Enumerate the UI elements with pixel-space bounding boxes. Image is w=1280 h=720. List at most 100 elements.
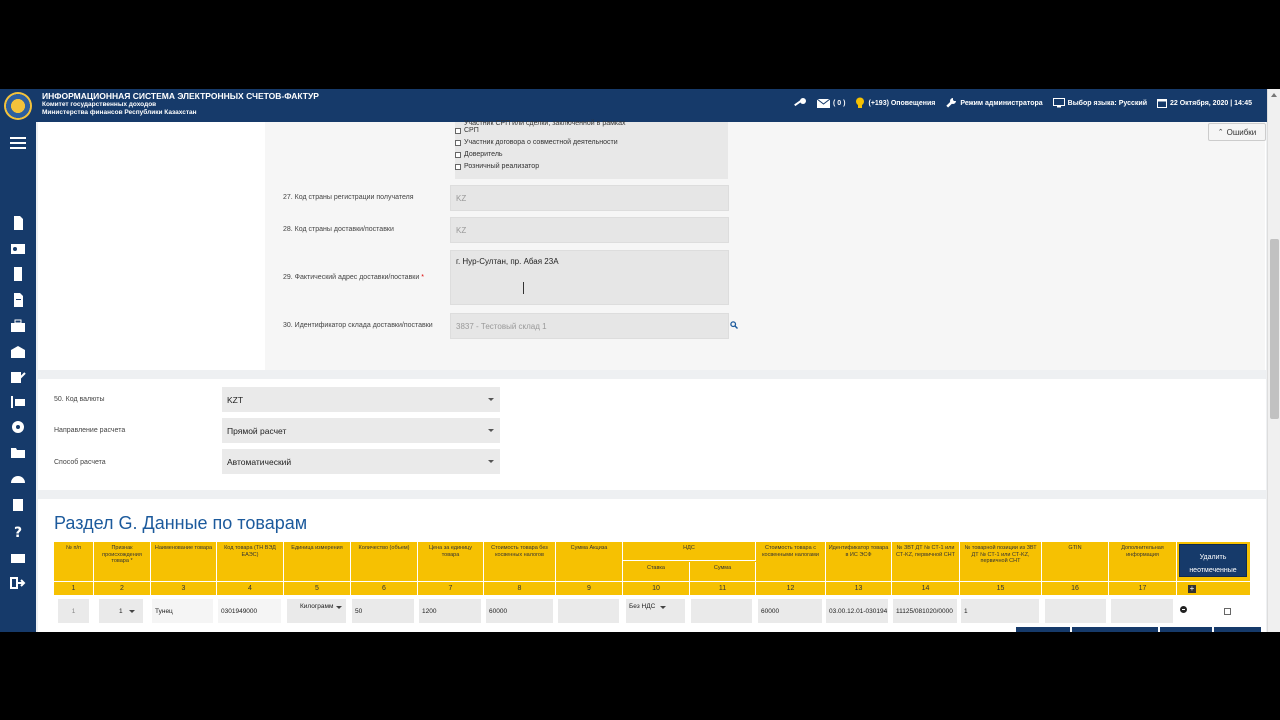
vertical-scrollbar[interactable] [1267, 89, 1280, 632]
edit-icon[interactable] [10, 370, 26, 384]
app-title: ИНФОРМАЦИОННАЯ СИСТЕМА ЭЛЕКТРОННЫХ СЧЕТО… [42, 92, 319, 117]
col-header: Единица измерения [284, 542, 351, 581]
monitor-icon [1052, 98, 1065, 108]
row-checkbox[interactable] [1224, 608, 1231, 615]
product-id-input[interactable]: 03.00.12.01-030194 [826, 599, 888, 623]
bottom-action-button[interactable] [1214, 627, 1261, 632]
cost-with-tax-input[interactable]: 60000 [758, 599, 822, 623]
language-label: Выбор языка: Русский [1067, 99, 1147, 107]
svg-text:?: ? [14, 525, 22, 538]
price-input[interactable]: 1200 [419, 599, 481, 623]
admin-mode-button[interactable]: Режим администратора [945, 97, 1043, 109]
briefcase-icon[interactable] [10, 319, 26, 333]
checkbox-item[interactable]: Розничный реализатор [455, 163, 539, 170]
bottom-action-button[interactable] [1016, 627, 1070, 632]
direction-value: Прямой расчет [227, 425, 287, 436]
col-header: Идентификатор товара в ИС ЭСФ [826, 542, 892, 581]
field-27-input[interactable]: KZ [450, 185, 729, 211]
bottom-action-button[interactable] [1160, 627, 1212, 632]
hamburger-menu-icon[interactable] [10, 136, 26, 150]
warehouse-icon[interactable] [10, 345, 26, 359]
checkbox-item[interactable]: Участник договора о совместной деятельно… [455, 139, 618, 146]
method-select[interactable]: Автоматический [222, 449, 500, 474]
field-30-label: 30. Идентификатор склада доставки/постав… [283, 322, 433, 329]
admin-mode-label: Режим администратора [960, 99, 1043, 107]
checkbox[interactable] [455, 127, 461, 134]
add-row-plus-icon[interactable]: + [1188, 585, 1196, 593]
search-icon[interactable] [730, 321, 738, 329]
product-name-input[interactable]: Тунец [152, 599, 213, 623]
key-button[interactable] [793, 97, 807, 109]
checkbox[interactable] [455, 139, 461, 146]
sign-out-icon[interactable] [10, 576, 26, 590]
document-number-input[interactable]: 11125/081020/0000 [893, 599, 957, 623]
truck-loading-icon[interactable] [10, 395, 26, 409]
document-icon[interactable] [10, 216, 26, 230]
vat-sum-input[interactable] [691, 599, 752, 623]
additional-info-input[interactable] [1111, 599, 1173, 623]
calendar-icon [1157, 99, 1167, 108]
bottom-action-button[interactable] [1072, 627, 1158, 632]
gtin-input[interactable] [1045, 599, 1106, 623]
help-icon[interactable]: ? [10, 524, 26, 538]
sidebar: ? [0, 122, 36, 632]
col-number: 10 [623, 582, 690, 595]
col-header: Код товара (ТН ВЭД ЕАЭС) [217, 542, 284, 581]
col-number: 2 [94, 582, 151, 595]
direction-select[interactable]: Прямой расчет [222, 418, 500, 443]
id-card-icon[interactable] [10, 242, 26, 256]
app-subtitle-2: Министерства финансов Республики Казахст… [42, 109, 197, 116]
quantity-input[interactable]: 50 [352, 599, 414, 623]
notifications-label: (+193) Оповещения [868, 99, 936, 107]
field-28-input[interactable]: KZ [450, 217, 729, 243]
method-label: Способ расчета [54, 459, 106, 466]
chevron-down-icon [488, 398, 494, 401]
language-button[interactable]: Выбор языка: Русский [1052, 98, 1147, 108]
checkbox[interactable] [455, 151, 461, 158]
chevron-down-icon [488, 460, 494, 463]
field-29-label: 29. Фактический адрес доставки/поставки … [283, 274, 424, 281]
cost-input[interactable]: 60000 [486, 599, 553, 623]
required-marker: * [421, 274, 424, 281]
delete-unmarked-button[interactable]: Удалить неотмеченные [1179, 544, 1247, 577]
col-header: Наименование товара [151, 542, 217, 581]
checkbox-label: Участник СРП или сделки, заключенной в р… [464, 120, 626, 127]
unit-select[interactable]: Килограмм [287, 599, 346, 623]
folder-open-icon[interactable] [10, 446, 26, 460]
checkbox-label: Розничный реализатор [464, 163, 540, 170]
vat-rate-select[interactable]: Без НДС [626, 599, 685, 623]
goods-table-header: № п/п Признак происхождения товара * Наи… [54, 542, 1250, 581]
col-number: 12 [756, 582, 826, 595]
currency-code-value: KZT [227, 394, 244, 405]
dashboard-icon[interactable] [10, 472, 26, 486]
checkbox-item[interactable]: Доверитель [455, 151, 503, 158]
origin-select[interactable]: 1 [99, 599, 143, 623]
currency-code-label: 50. Код валюты [54, 396, 105, 403]
excise-input[interactable] [558, 599, 619, 623]
building-icon[interactable] [10, 267, 26, 281]
row-num-cell: 1 [58, 599, 89, 623]
scrollbar-thumb[interactable] [1270, 239, 1279, 419]
errors-button[interactable]: ⌃ Ошибки [1208, 123, 1266, 141]
file-text-icon[interactable] [10, 293, 26, 307]
book-icon[interactable] [10, 498, 26, 512]
col-number: 1 [54, 582, 94, 595]
mail-button[interactable]: ( 0 ) [817, 98, 845, 108]
field-29-textarea[interactable]: г. Нур-Султан, пр. Абая 23А [450, 250, 729, 305]
datetime: 22 Октября, 2020 | 14:45 [1157, 98, 1252, 108]
remove-row-minus-icon[interactable] [1180, 606, 1187, 613]
field-30-input[interactable]: 3837 - Тестовый склад 1 [450, 313, 729, 339]
case-icon[interactable] [10, 550, 26, 564]
checkbox-item: Участник СРП или сделки, заключенной в р… [464, 120, 626, 127]
col-header: № товарной позиции из ЗВТ ДТ № СТ-1 или … [960, 542, 1042, 581]
position-number-input[interactable]: 1 [961, 599, 1039, 623]
col-header: Стоимость товара с косвенными налогами [756, 542, 826, 581]
currency-code-select[interactable]: KZT [222, 387, 500, 412]
scroll-up-arrow-icon[interactable] [1271, 93, 1277, 97]
checkbox-item[interactable]: СРП [455, 127, 479, 134]
gear-icon[interactable] [10, 420, 26, 434]
notifications-button[interactable]: (+193) Оповещения [855, 97, 935, 109]
checkbox[interactable] [455, 163, 461, 170]
product-code-input[interactable]: 0301949000 [218, 599, 281, 623]
col-header: Признак происхождения товара * [94, 542, 151, 581]
